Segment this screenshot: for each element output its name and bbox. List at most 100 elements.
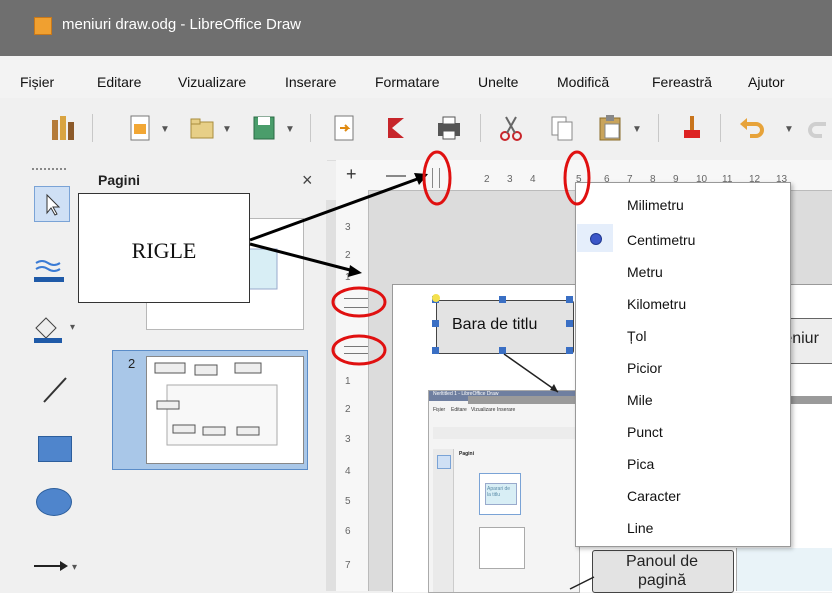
v-tick: 2 bbox=[345, 404, 351, 415]
clone-formatting-icon[interactable] bbox=[678, 112, 706, 144]
page-panel-callout-line1: Panoul de bbox=[625, 553, 699, 570]
toolbar-separator bbox=[720, 114, 721, 142]
thumb-page-1-text: Aparari de la titlu bbox=[487, 486, 511, 498]
new-document-icon[interactable] bbox=[126, 112, 154, 144]
menu-view[interactable]: Vizualizare bbox=[178, 74, 246, 90]
rectangle-tool-icon[interactable] bbox=[38, 436, 72, 462]
rulers-annotation-label: RIGLE bbox=[131, 238, 197, 263]
v-tick: 4 bbox=[345, 466, 351, 477]
unit-character[interactable]: Caracter bbox=[627, 488, 681, 504]
thumb-menu-3: Vizualizare bbox=[471, 407, 496, 413]
thumb-pages-title: Pagini bbox=[459, 451, 475, 457]
open-folder-icon[interactable] bbox=[188, 112, 216, 144]
redo-icon[interactable] bbox=[806, 112, 832, 144]
v-tick: 1 bbox=[345, 272, 351, 283]
page-thumbnail-2 bbox=[146, 356, 304, 464]
toolbar-separator bbox=[92, 114, 93, 142]
v-tick: 6 bbox=[345, 526, 351, 537]
pages-panel-title: Pagini bbox=[98, 172, 141, 188]
cut-icon[interactable] bbox=[496, 112, 526, 144]
vertical-ruler[interactable] bbox=[336, 190, 369, 591]
copy-icon[interactable] bbox=[548, 112, 576, 144]
unit-meter[interactable]: Metru bbox=[627, 264, 663, 280]
export-icon[interactable] bbox=[330, 112, 358, 144]
h-tick: 2 bbox=[484, 174, 490, 185]
window-title: meniuri draw.odg - LibreOffice Draw bbox=[62, 16, 301, 33]
chevron-down-icon[interactable]: ▼ bbox=[632, 124, 642, 135]
thumb-menu-2: Editare bbox=[451, 407, 467, 413]
print-icon[interactable] bbox=[434, 112, 464, 144]
unit-kilometer[interactable]: Kilometru bbox=[627, 296, 686, 312]
draw-app-icon bbox=[34, 17, 52, 35]
unit-millimeter[interactable]: Milimetru bbox=[627, 197, 684, 213]
v-tick: 2 bbox=[345, 250, 351, 261]
chevron-down-icon[interactable]: ▼ bbox=[222, 124, 232, 135]
unit-centimeter[interactable]: Centimetru bbox=[627, 232, 695, 248]
v-tick: 5 bbox=[345, 496, 351, 507]
unit-inch[interactable]: Țol bbox=[627, 328, 646, 344]
standard-toolbar bbox=[0, 98, 832, 161]
page-number: 2 bbox=[128, 356, 136, 371]
v-tick: 3 bbox=[345, 434, 351, 445]
toolbar-separator bbox=[658, 114, 659, 142]
arrow-line-tool-icon[interactable]: ▾ bbox=[30, 556, 80, 576]
thumb-toolbar bbox=[433, 427, 575, 439]
thumb-menu-1: Fișier bbox=[433, 407, 446, 413]
unit-line[interactable]: Line bbox=[627, 520, 653, 536]
chevron-down-icon[interactable]: ▼ bbox=[784, 124, 794, 135]
menu-tools[interactable]: Unelte bbox=[478, 74, 518, 90]
embedded-screenshot[interactable]: Nerltitled 1 - LibreOffice Draw Fișier E… bbox=[428, 390, 580, 593]
undo-icon[interactable] bbox=[736, 112, 766, 144]
line-tool-icon[interactable] bbox=[38, 372, 72, 406]
unit-pica[interactable]: Pica bbox=[627, 456, 654, 472]
v-tick: 3 bbox=[345, 222, 351, 233]
paste-icon[interactable] bbox=[596, 112, 624, 144]
v-tick: 7 bbox=[345, 560, 351, 571]
background-image-fragment bbox=[736, 548, 832, 591]
menu-help[interactable]: Ajutor bbox=[748, 74, 785, 90]
thumb-left-toolbar bbox=[433, 449, 454, 592]
unit-mile[interactable]: Mile bbox=[627, 392, 653, 408]
menu-file[interactable]: Fișier bbox=[20, 74, 54, 90]
fill-color-icon[interactable]: ▾ bbox=[30, 312, 80, 344]
bottom-margin-marker[interactable] bbox=[344, 346, 368, 354]
h-tick: 4 bbox=[530, 174, 536, 185]
bottles-icon[interactable] bbox=[48, 112, 76, 144]
ruler-margin-marker bbox=[386, 175, 406, 177]
menu-modify[interactable]: Modifică bbox=[557, 74, 609, 90]
thumb-menu-4: Inserare bbox=[497, 407, 516, 413]
svg-text:▾: ▾ bbox=[70, 322, 75, 333]
thumb-select-icon bbox=[437, 455, 451, 469]
radio-selected-icon bbox=[590, 233, 602, 245]
left-margin-marker[interactable] bbox=[432, 168, 440, 188]
thumb-page-2 bbox=[479, 527, 525, 569]
ruler-origin-icon: + bbox=[346, 164, 357, 184]
line-color-icon[interactable] bbox=[32, 255, 72, 285]
export-pdf-icon[interactable] bbox=[382, 112, 410, 144]
pages-scrollbar[interactable] bbox=[326, 200, 336, 591]
menu-insert[interactable]: Inserare bbox=[285, 74, 336, 90]
title-bar: meniuri draw.odg - LibreOffice Draw bbox=[0, 0, 832, 56]
chevron-down-icon[interactable]: ▼ bbox=[285, 124, 295, 135]
unit-point[interactable]: Punct bbox=[627, 424, 663, 440]
toolbar-grip bbox=[32, 168, 66, 174]
top-margin-marker[interactable] bbox=[344, 298, 368, 308]
page-panel-pointer bbox=[569, 576, 595, 590]
close-icon[interactable]: × bbox=[302, 170, 313, 191]
chevron-down-icon[interactable]: ▼ bbox=[160, 124, 170, 135]
unit-foot[interactable]: Picior bbox=[627, 360, 662, 376]
toolbar-separator bbox=[310, 114, 311, 142]
toolbar-separator bbox=[480, 114, 481, 142]
callout-pointer-line bbox=[503, 353, 559, 393]
select-tool-icon[interactable] bbox=[34, 186, 70, 222]
menu-window[interactable]: Fereastră bbox=[652, 74, 712, 90]
page-panel-callout-line2: pagină bbox=[637, 572, 687, 589]
menu-format[interactable]: Formatare bbox=[375, 74, 440, 90]
svg-text:▾: ▾ bbox=[72, 562, 77, 573]
ellipse-tool-icon[interactable] bbox=[36, 488, 72, 516]
v-tick: 1 bbox=[345, 376, 351, 387]
save-icon[interactable] bbox=[250, 112, 278, 144]
h-tick: 3 bbox=[507, 174, 513, 185]
menu-edit[interactable]: Editare bbox=[97, 74, 141, 90]
rulers-annotation-box: RIGLE bbox=[78, 193, 250, 303]
